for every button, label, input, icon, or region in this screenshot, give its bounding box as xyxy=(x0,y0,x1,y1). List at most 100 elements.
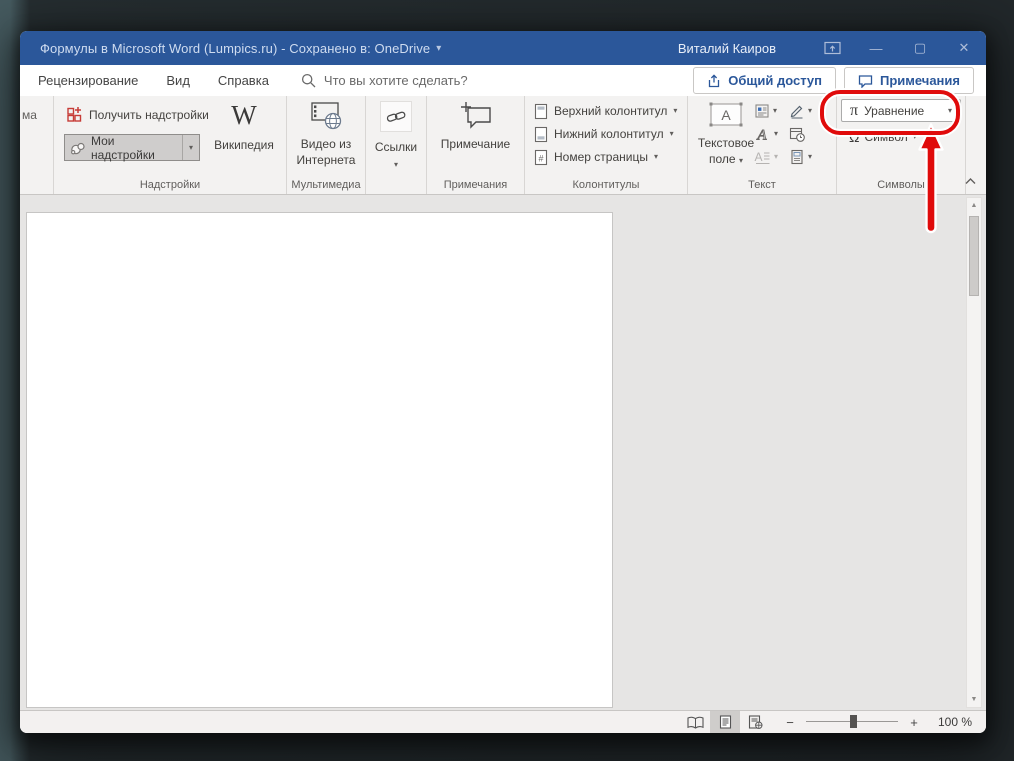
tab-view[interactable]: Вид xyxy=(152,65,204,96)
signature-line-button[interactable]: ▾ xyxy=(789,103,812,119)
header-button[interactable]: Верхний колонтитул ▾ xyxy=(534,102,677,120)
scrollbar-thumb[interactable] xyxy=(969,216,979,296)
tell-me-search[interactable]: Что вы хотите сделать? xyxy=(301,73,468,88)
my-addins-dropdown[interactable]: ▾ xyxy=(182,135,199,160)
equation-dropdown-icon[interactable]: ▾ xyxy=(948,107,952,115)
zoom-level-value[interactable]: 100 % xyxy=(930,715,972,729)
wikipedia-button[interactable]: W Википедия xyxy=(211,101,277,152)
document-area: ▲ ▼ xyxy=(20,195,986,710)
symbol-omega-icon: Ω xyxy=(849,130,859,144)
links-iconbox xyxy=(380,101,412,132)
ribbon-tab-row: Рецензирование Вид Справка Что вы хотите… xyxy=(20,65,986,96)
header-dropdown-icon: ▾ xyxy=(673,107,677,115)
my-addins-label: Мои надстройки xyxy=(87,134,182,162)
tab-review[interactable]: Рецензирование xyxy=(20,65,152,96)
quick-parts-button[interactable]: ▾ xyxy=(754,103,777,119)
ribbon-group-comments: Примечание Примечания xyxy=(427,96,525,194)
wordart-button[interactable]: A ▾ xyxy=(754,126,778,142)
equation-label: Уравнение xyxy=(864,104,924,118)
vertical-scrollbar[interactable]: ▲ ▼ xyxy=(966,197,982,708)
ribbon-insert-contents: ма Получить надстройки xyxy=(20,96,986,195)
equation-button[interactable]: π Уравнение ▾ xyxy=(841,99,961,122)
footer-icon xyxy=(534,126,548,143)
search-placeholder: Что вы хотите сделать? xyxy=(324,73,468,88)
new-comment-button[interactable]: Примечание xyxy=(427,101,524,151)
ribbon-group-clipped: ма xyxy=(20,96,54,194)
zoom-slider-thumb[interactable] xyxy=(850,715,857,728)
comments-button[interactable]: Примечания xyxy=(844,67,974,94)
symbol-button[interactable]: Ω Символ ▾ xyxy=(849,130,917,144)
tab-help[interactable]: Справка xyxy=(204,65,283,96)
web-layout-icon xyxy=(748,715,763,729)
group-label-comments: Примечания xyxy=(427,179,524,191)
object-button[interactable]: ▾ xyxy=(789,149,812,165)
equation-pi-icon: π xyxy=(850,103,858,119)
header-label: Верхний колонтитул xyxy=(554,104,667,118)
scroll-up-button[interactable]: ▲ xyxy=(967,198,981,213)
my-addins-button[interactable]: Мои надстройки ▾ xyxy=(64,134,200,161)
my-addins-icon xyxy=(69,140,87,156)
print-layout-button[interactable] xyxy=(710,711,740,733)
new-comment-label: Примечание xyxy=(441,137,510,151)
read-mode-button[interactable] xyxy=(680,711,710,733)
zoom-controls: − + xyxy=(784,715,920,730)
footer-button[interactable]: Нижний колонтитул ▾ xyxy=(534,125,674,143)
web-layout-button[interactable] xyxy=(740,711,770,733)
textbox-icon: A xyxy=(704,101,748,130)
get-addins-icon xyxy=(66,106,83,123)
ribbon-group-links: Ссылки ▾ xyxy=(366,96,427,194)
links-button[interactable]: Ссылки ▾ xyxy=(366,101,426,169)
ribbon-display-options-button[interactable] xyxy=(810,31,854,65)
group-label-media: Мультимедиа xyxy=(287,179,365,191)
account-user-name[interactable]: Виталий Каиров xyxy=(678,41,776,56)
zoom-in-button[interactable]: + xyxy=(908,715,920,730)
page-number-dropdown-icon: ▾ xyxy=(654,153,658,161)
zoom-out-button[interactable]: − xyxy=(784,715,796,730)
links-label: Ссылки xyxy=(375,140,417,154)
maximize-button[interactable]: ▢ xyxy=(898,31,942,65)
page-number-icon: # xyxy=(534,149,548,166)
svg-text:A: A xyxy=(754,150,762,164)
get-addins-button[interactable]: Получить надстройки xyxy=(66,106,209,123)
save-location-dropdown-icon[interactable]: ▾ xyxy=(436,43,441,54)
desktop-background: Формулы в Microsoft Word (Lumpics.ru) - … xyxy=(0,0,1014,761)
share-button-label: Общий доступ xyxy=(728,73,822,88)
wikipedia-label: Википедия xyxy=(214,138,274,152)
svg-text:A: A xyxy=(721,107,731,123)
get-addins-label: Получить надстройки xyxy=(89,108,209,122)
clipped-button-text: ма xyxy=(22,108,37,122)
title-bar: Формулы в Microsoft Word (Lumpics.ru) - … xyxy=(20,31,986,65)
share-button[interactable]: Общий доступ xyxy=(693,67,836,94)
drop-cap-icon: A xyxy=(754,149,771,165)
svg-text:A: A xyxy=(756,128,767,144)
close-button[interactable]: ✕ xyxy=(942,31,986,65)
ribbon-right-filler xyxy=(966,96,986,194)
group-label-text: Текст xyxy=(688,179,836,191)
textbox-button[interactable]: A Текстовое поле ▾ xyxy=(696,101,756,166)
footer-dropdown-icon: ▾ xyxy=(670,130,674,138)
minimize-button[interactable]: — xyxy=(854,31,898,65)
link-chain-icon xyxy=(386,110,407,124)
ribbon-group-text: A Текстовое поле ▾ ▾ xyxy=(688,96,837,194)
scroll-down-button[interactable]: ▼ xyxy=(967,692,981,707)
group-label-header-footer: Колонтитулы xyxy=(525,179,687,191)
zoom-slider[interactable] xyxy=(806,715,898,729)
page-number-button[interactable]: # Номер страницы ▾ xyxy=(534,148,658,166)
ribbon-group-media: Видео из Интернета Мультимедиа xyxy=(287,96,366,194)
drop-cap-button[interactable]: A ▾ xyxy=(754,149,778,165)
group-label-addins: Надстройки xyxy=(54,179,286,191)
search-icon xyxy=(301,73,316,88)
ribbon-display-options-icon xyxy=(824,41,841,55)
print-layout-icon xyxy=(719,715,732,729)
date-time-button[interactable] xyxy=(789,126,805,142)
textbox-label-1: Текстовое xyxy=(698,136,754,150)
collapse-ribbon-button[interactable] xyxy=(962,174,978,188)
online-video-icon xyxy=(307,101,345,131)
date-time-icon xyxy=(789,126,805,142)
group-label-symbols: Символы xyxy=(837,179,965,191)
online-video-label-2: Интернета xyxy=(297,153,356,167)
object-icon xyxy=(789,149,805,165)
online-video-button[interactable]: Видео из Интернета xyxy=(287,101,365,167)
document-page[interactable] xyxy=(26,212,613,708)
links-dropdown-icon: ▾ xyxy=(394,161,398,169)
